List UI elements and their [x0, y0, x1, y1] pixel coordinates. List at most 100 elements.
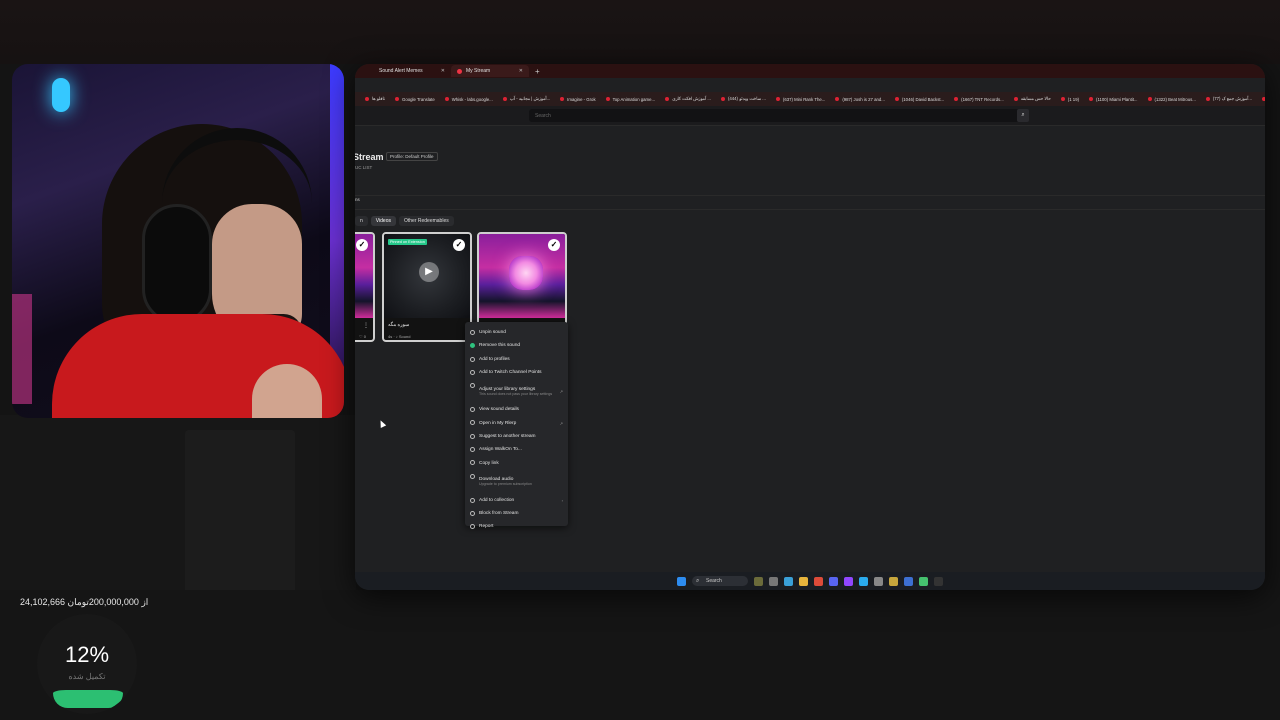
discord-icon[interactable] — [829, 576, 838, 586]
bookmark-item[interactable]: نافلو ها — [365, 96, 385, 102]
menu-item-label: Add to Twitch Channel Points — [479, 370, 542, 376]
new-tab-button[interactable]: + — [535, 67, 540, 76]
pin-icon — [470, 330, 475, 335]
background-top — [0, 0, 1280, 64]
menu-item[interactable]: Remove this sound — [465, 339, 568, 352]
menu-item[interactable]: Copy link — [465, 456, 568, 469]
telegram-icon[interactable] — [859, 576, 868, 586]
twitch-icon[interactable] — [844, 576, 853, 586]
card-title: سوره مگه — [388, 322, 410, 328]
menu-item-label: Block from Stream — [479, 511, 519, 517]
bookmark-item[interactable]: این کار شمبه شناخت ب — [1262, 96, 1265, 102]
bookmark-item[interactable]: (1046) David Backst... — [895, 97, 944, 102]
page-title: Stream — [355, 152, 384, 162]
points-icon — [470, 369, 475, 375]
menu-item[interactable]: Open in My Rlerp ↗ — [465, 416, 568, 429]
external-link-icon: ↗ — [559, 388, 563, 394]
app-icon[interactable] — [874, 576, 883, 586]
link-icon — [470, 460, 475, 466]
sound-card[interactable]: Pinned on Extension ✓ ▶ سوره مگه 4s · ♪ … — [382, 232, 472, 342]
bookmark-item[interactable]: (987) Josh is 27 and... — [835, 97, 885, 102]
menu-item-label: Assign WalkOn To... — [479, 447, 522, 453]
menu-item[interactable]: Download audio Upgrade to premium subscri… — [465, 470, 568, 494]
cam-headset — [142, 204, 212, 324]
cam-blue-light — [52, 78, 70, 112]
menu-item[interactable]: Assign WalkOn To... — [465, 443, 568, 456]
search-input[interactable]: Search — [529, 109, 1029, 122]
search-icon[interactable]: ⌕ — [1017, 109, 1029, 122]
menu-item[interactable]: Add to Twitch Channel Points — [465, 366, 568, 379]
bookmark-item[interactable]: Whisk - labs.google... — [445, 97, 493, 102]
progress-label: تکمیل شده — [68, 672, 106, 681]
taskbar-search[interactable]: Search — [692, 576, 748, 586]
profile-badge[interactable]: Profile: Default Profile — [386, 152, 438, 161]
donation-goal-text: 24,102,666 از 200,000,000تومان — [20, 597, 149, 607]
context-menu: Unpin sound Remove this sound Add to profi… — [465, 322, 568, 529]
bookmark-item[interactable]: Top Animation game... — [606, 97, 656, 102]
sound-card[interactable]: ✓ ⋮ ♡ 0 — [355, 232, 375, 342]
more-icon[interactable]: ⋮ — [363, 322, 369, 329]
webcam-feed — [12, 64, 344, 418]
menu-item-label: Unpin sound — [479, 330, 506, 336]
bookmark-item[interactable]: (1 19) — [1061, 97, 1079, 102]
menu-item[interactable]: Block from Stream — [465, 507, 568, 520]
menu-item[interactable]: Unpin sound — [465, 326, 568, 339]
divider — [355, 195, 1265, 196]
bookmark-item[interactable]: Google Translate — [395, 97, 435, 102]
bookmark-item[interactable]: (1667) TNT Records... — [954, 97, 1004, 102]
close-icon[interactable]: ✕ — [519, 68, 523, 74]
tab-my-stream[interactable]: My Stream ✕ — [451, 65, 529, 77]
browser-window: Sound Alert Memes ✕ My Stream ✕ + نافلو … — [355, 64, 1265, 590]
bookmark-item[interactable]: (637) Mini Rank The... — [776, 97, 825, 102]
section-label: ns — [355, 197, 360, 202]
progress-fill — [53, 690, 123, 708]
check-icon[interactable]: ✓ — [356, 239, 368, 251]
app-icon[interactable] — [919, 576, 928, 586]
chrome-icon[interactable] — [814, 576, 823, 586]
check-icon[interactable]: ✓ — [453, 239, 465, 251]
menu-item-label: View sound details — [479, 407, 519, 413]
menu-item-label: Report — [479, 524, 494, 530]
favicon-icon — [457, 68, 462, 74]
category-tab[interactable]: n — [355, 216, 368, 226]
menu-item-label: Suggest to another stream — [479, 433, 536, 439]
menu-item-label: Open in My Rlerp — [479, 420, 517, 426]
folder-icon[interactable] — [799, 576, 808, 586]
widget-icon[interactable] — [754, 576, 763, 586]
background-bottom — [0, 590, 1280, 720]
share-icon — [470, 433, 475, 439]
bookmark-item[interactable]: (1322) Beat Mitrous... — [1148, 97, 1196, 102]
bookmark-item[interactable]: حالا حس مسابقه — [1014, 96, 1051, 102]
category-tab-videos[interactable]: Videos — [370, 216, 396, 226]
menu-item[interactable]: Report — [465, 520, 568, 533]
settings-icon — [470, 383, 475, 389]
close-icon[interactable]: ✕ — [441, 68, 445, 74]
bookmark-item[interactable]: (444) ساخت ویدئو ... — [721, 96, 766, 102]
bookmark-item[interactable]: آموزش | مجانيه - آپ... — [503, 96, 550, 102]
app-icon[interactable] — [889, 576, 898, 586]
category-tab-other-redeemables[interactable]: Other Redeemables — [398, 216, 454, 226]
tab-sound-alert-memes[interactable]: Sound Alert Memes ✕ — [373, 65, 451, 77]
task-view-icon[interactable] — [769, 576, 778, 586]
menu-item[interactable]: Add to collection › — [465, 494, 568, 507]
menu-item[interactable]: Adjust your library settings This sound d… — [465, 379, 568, 403]
menu-item[interactable]: Add to profiles — [465, 353, 568, 366]
external-link-icon: ↗ — [559, 420, 563, 426]
windows-start-icon[interactable] — [677, 576, 686, 586]
app-icon[interactable] — [904, 576, 913, 586]
menu-item[interactable]: View sound details — [465, 403, 568, 416]
app-icon[interactable] — [934, 576, 943, 586]
check-icon[interactable]: ✓ — [548, 239, 560, 251]
menu-item[interactable]: Suggest to another stream — [465, 430, 568, 443]
chevron-right-icon: › — [561, 497, 563, 503]
plus-icon — [470, 356, 475, 362]
list-icon — [470, 407, 475, 413]
bookmark-item[interactable]: آموزش افکت کاری ... — [665, 96, 711, 102]
bookmark-item[interactable]: (77) آموزش جمع ک... — [1206, 96, 1252, 102]
edge-icon[interactable] — [784, 576, 793, 586]
bookmark-item[interactable]: (1100) Miami Plantit... — [1089, 97, 1137, 102]
report-icon — [470, 524, 475, 530]
bookmark-item[interactable]: Imagine - Grok — [560, 97, 595, 102]
block-icon — [470, 510, 475, 516]
play-icon[interactable]: ▶ — [419, 262, 439, 282]
